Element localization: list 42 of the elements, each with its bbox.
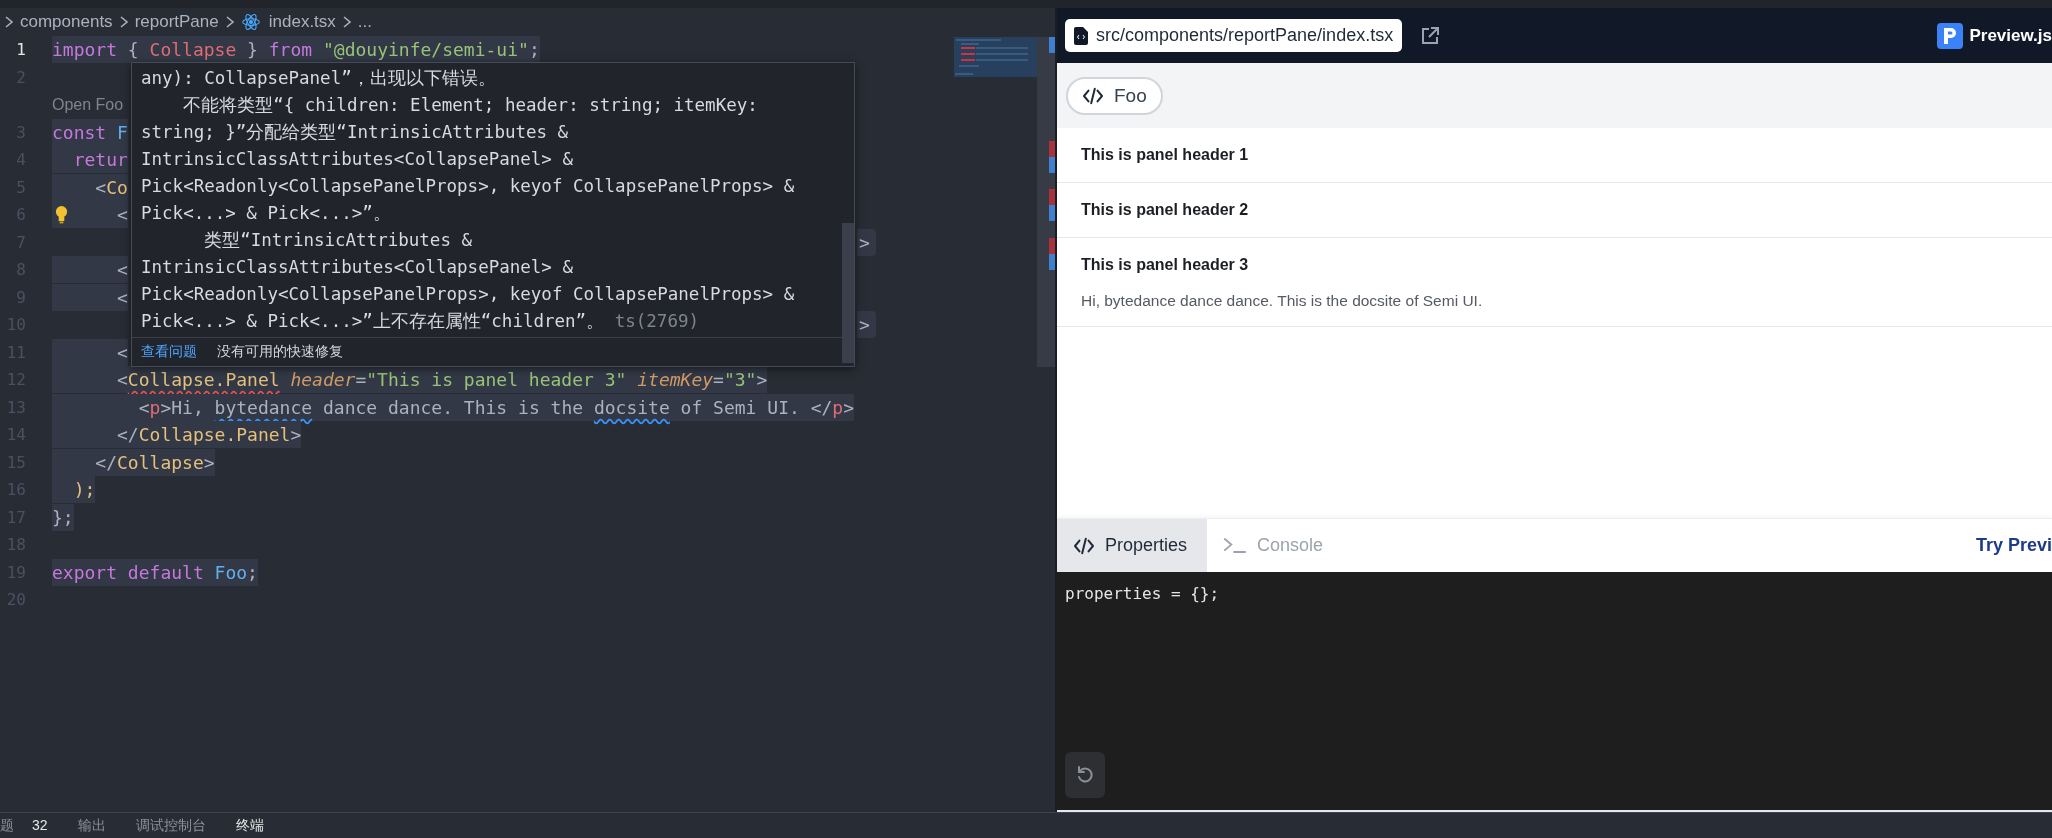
- bottom-panel-tab[interactable]: 调试控制台: [135, 817, 206, 835]
- bottom-panel-tab[interactable]: 输出: [77, 817, 106, 835]
- line-number: 1: [15, 40, 26, 60]
- react-icon: [240, 12, 261, 32]
- panel-header[interactable]: This is panel header 2: [1057, 183, 2052, 237]
- breadcrumb-item[interactable]: ...: [357, 12, 372, 32]
- file-icon: [1074, 26, 1088, 45]
- bottom-panel-tab[interactable]: 终端: [235, 817, 264, 835]
- quick-fix-note: 没有可用的快速修复: [217, 343, 343, 361]
- codelens-link[interactable]: Open Foo: [52, 95, 124, 114]
- reset-icon: [1075, 765, 1095, 785]
- reset-button[interactable]: [1065, 752, 1105, 798]
- panel-header[interactable]: This is panel header 1: [1057, 128, 2052, 182]
- logo-icon: [1937, 22, 1964, 49]
- panel-tab[interactable]: Properties: [1057, 519, 1208, 572]
- chevron-icon: [118, 15, 129, 29]
- file-path: src/components/reportPane/index.tsx: [1096, 25, 1394, 46]
- component-button[interactable]: Foo: [1066, 76, 1163, 115]
- chevron-icon: [224, 15, 235, 29]
- code-icon: [1082, 86, 1104, 105]
- properties-code: properties = {};: [1065, 583, 1221, 603]
- chevron-icon: [341, 15, 352, 29]
- minimap-drawing[interactable]: [954, 37, 1037, 79]
- external-link-icon[interactable]: [1420, 25, 1441, 46]
- chevron-icon: [4, 15, 14, 29]
- try-link[interactable]: Try Previ: [1975, 535, 2052, 556]
- bottom-panel-tab[interactable]: 题 32: [0, 817, 48, 835]
- panel-header[interactable]: This is panel header 3: [1057, 238, 2052, 292]
- breadcrumb-item[interactable]: reportPane: [134, 12, 219, 32]
- breadcrumb-item[interactable]: components: [20, 12, 113, 32]
- scrollbar-thumb[interactable]: [842, 223, 854, 363]
- overview-ruler-drawing[interactable]: [1037, 37, 1055, 367]
- panel-content: Hi, bytedance dance dance. This is the docsite of Semi UI.: [1080, 292, 1484, 311]
- terminal-icon: [1223, 537, 1248, 554]
- code-fragment: >: [857, 311, 876, 338]
- view-problem-link[interactable]: 查看问题: [141, 343, 197, 361]
- code-fragment: >: [857, 228, 876, 256]
- lightbulb-icon[interactable]: [54, 205, 69, 224]
- breadcrumb-item[interactable]: index.tsx: [268, 12, 336, 32]
- code-icon: [1073, 536, 1095, 555]
- error-message: any): CollapsePanel”，出现以下错误。 不能将类型“{ children: Element; header: string; itemKey: string; }”分配给类型“IntrinsicAttributes & IntrinsicClassAttributes<CollapsePanel> & Pick<Readonly<CollapsePanelProps>, keyof CollapsePanelProps> & Pick<...> & Pick<...>”。 类型“IntrinsicAttributes & IntrinsicClassAttributes<CollapsePanel> & Pick<Readonly<CollapsePanelProps>, keyof CollapsePanelProps> & Pick<...> & Pick<...>”上不存在属性“children”。 ts(2769): [140, 67, 796, 333]
- brand-name: Preview.js: [1969, 25, 2052, 46]
